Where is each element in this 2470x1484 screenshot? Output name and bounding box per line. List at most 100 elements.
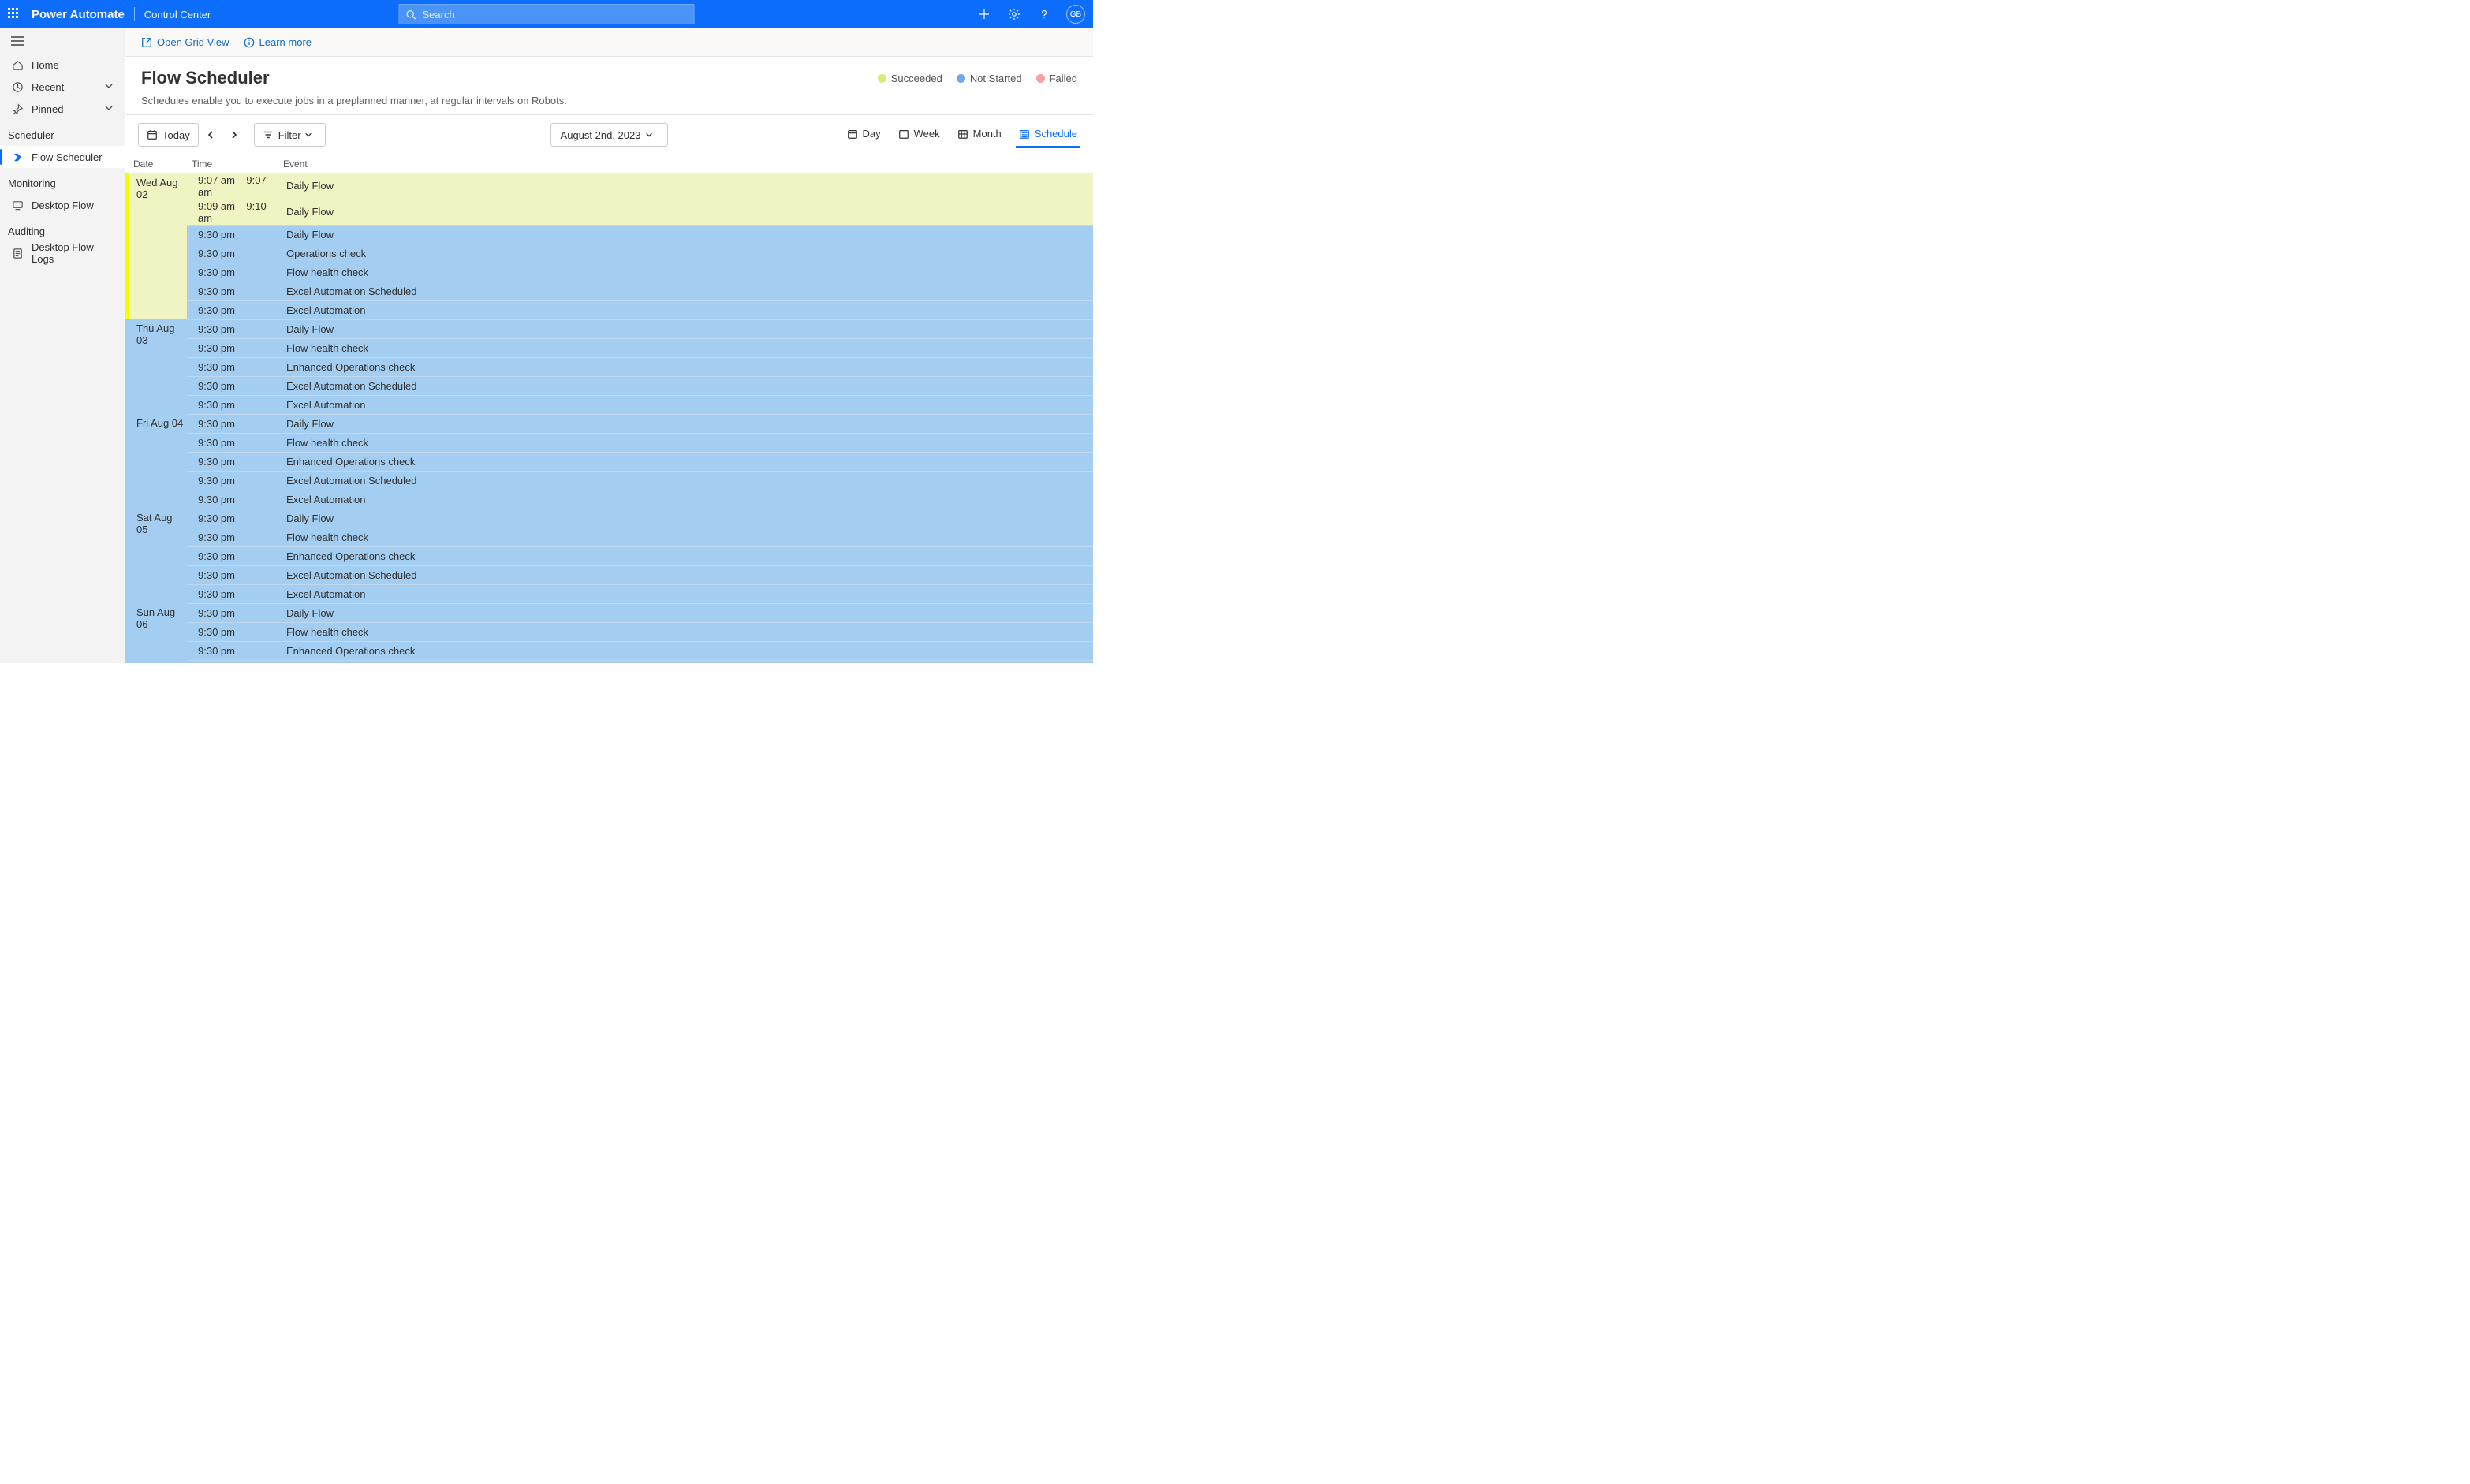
col-date: Date xyxy=(129,155,187,173)
event-cell: Enhanced Operations check xyxy=(278,452,1093,471)
chevron-right-icon xyxy=(229,130,239,140)
col-event: Event xyxy=(278,155,1093,173)
event-cell: Excel Automation Scheduled xyxy=(278,660,1093,663)
today-button[interactable]: Today xyxy=(138,123,199,147)
time-cell: 9:30 pm xyxy=(187,225,278,244)
table-row[interactable]: 9:30 pmEnhanced Operations check xyxy=(125,357,1093,376)
hamburger-icon[interactable] xyxy=(0,33,125,54)
table-row[interactable]: 9:30 pmExcel Automation xyxy=(125,300,1093,319)
search-input[interactable] xyxy=(399,4,695,24)
table-row[interactable]: 9:30 pmExcel Automation xyxy=(125,584,1093,603)
event-cell: Daily Flow xyxy=(278,319,1093,338)
date-button[interactable]: August 2nd, 2023 xyxy=(550,123,669,147)
sidebar-item-desktop-flow-logs[interactable]: Desktop Flow Logs xyxy=(0,242,125,264)
filter-icon xyxy=(263,129,274,140)
table-row[interactable]: 9:30 pmEnhanced Operations check xyxy=(125,641,1093,660)
learn-more-link[interactable]: Learn more xyxy=(244,36,312,48)
time-cell: 9:30 pm xyxy=(187,452,278,471)
add-icon[interactable] xyxy=(976,6,992,22)
table-row[interactable]: 9:30 pmFlow health check xyxy=(125,622,1093,641)
open-icon xyxy=(141,37,152,48)
sidebar-item-flow-scheduler[interactable]: Flow Scheduler xyxy=(0,146,125,168)
event-cell: Operations check xyxy=(278,244,1093,263)
time-cell: 9:30 pm xyxy=(187,471,278,490)
table-row[interactable]: 9:30 pmExcel Automation xyxy=(125,490,1093,509)
event-cell: Flow health check xyxy=(278,622,1093,641)
legend-failed: Failed xyxy=(1036,73,1077,84)
table-row[interactable]: 9:30 pmExcel Automation xyxy=(125,395,1093,414)
tab-schedule[interactable]: Schedule xyxy=(1016,121,1080,148)
table-row[interactable]: 9:09 am – 9:10 amDaily Flow xyxy=(125,199,1093,225)
open-grid-view-link[interactable]: Open Grid View xyxy=(141,36,229,48)
table-row[interactable]: 9:30 pmExcel Automation Scheduled xyxy=(125,660,1093,663)
prev-button[interactable] xyxy=(199,123,222,147)
sidebar-item-recent[interactable]: Recent xyxy=(0,76,125,98)
table-row[interactable]: 9:30 pmDaily Flow xyxy=(125,225,1093,244)
tab-month[interactable]: Month xyxy=(954,121,1005,148)
sidebar-item-home[interactable]: Home xyxy=(0,54,125,76)
table-row[interactable]: 9:30 pmExcel Automation Scheduled xyxy=(125,565,1093,584)
app-title: Power Automate xyxy=(32,8,125,21)
waffle-icon[interactable] xyxy=(8,8,21,21)
time-cell: 9:30 pm xyxy=(187,263,278,282)
filter-button[interactable]: Filter xyxy=(254,123,326,147)
home-icon xyxy=(11,59,24,71)
search-field[interactable] xyxy=(421,8,688,21)
day-icon xyxy=(847,129,858,140)
gear-icon[interactable] xyxy=(1006,6,1022,22)
table-row[interactable]: 9:30 pmFlow health check xyxy=(125,338,1093,357)
event-cell: Daily Flow xyxy=(278,603,1093,622)
table-row[interactable]: 9:30 pmEnhanced Operations check xyxy=(125,452,1093,471)
table-row[interactable]: Fri Aug 049:30 pmDaily Flow xyxy=(125,414,1093,433)
event-cell: Excel Automation Scheduled xyxy=(278,376,1093,395)
schedule-table-wrap[interactable]: Date Time Event Wed Aug 029:07 am – 9:07… xyxy=(125,155,1093,663)
table-row[interactable]: 9:30 pmOperations check xyxy=(125,244,1093,263)
app-header: Power Automate Control Center GB xyxy=(0,0,1093,28)
section-name[interactable]: Control Center xyxy=(144,9,211,21)
event-cell: Flow health check xyxy=(278,263,1093,282)
time-cell: 9:30 pm xyxy=(187,546,278,565)
event-cell: Daily Flow xyxy=(278,173,1093,199)
table-row[interactable]: Thu Aug 039:30 pmDaily Flow xyxy=(125,319,1093,338)
sidebar-group-title: Monitoring xyxy=(0,168,125,194)
sidebar-item-pinned[interactable]: Pinned xyxy=(0,98,125,120)
table-row[interactable]: Wed Aug 029:07 am – 9:07 amDaily Flow xyxy=(125,173,1093,199)
table-row[interactable]: Sat Aug 059:30 pmDaily Flow xyxy=(125,509,1093,528)
next-button[interactable] xyxy=(222,123,246,147)
time-cell: 9:30 pm xyxy=(187,641,278,660)
sidebar-item-label: Desktop Flow Logs xyxy=(32,241,114,265)
tab-day[interactable]: Day xyxy=(844,121,884,148)
time-cell: 9:30 pm xyxy=(187,603,278,622)
table-row[interactable]: 9:30 pmFlow health check xyxy=(125,263,1093,282)
table-row[interactable]: 9:30 pmEnhanced Operations check xyxy=(125,546,1093,565)
table-row[interactable]: 9:30 pmFlow health check xyxy=(125,433,1093,452)
header-actions: GB xyxy=(976,5,1085,24)
table-row[interactable]: Sun Aug 069:30 pmDaily Flow xyxy=(125,603,1093,622)
table-row[interactable]: 9:30 pmExcel Automation Scheduled xyxy=(125,376,1093,395)
event-cell: Flow health check xyxy=(278,433,1093,452)
time-cell: 9:30 pm xyxy=(187,509,278,528)
time-cell: 9:30 pm xyxy=(187,622,278,641)
table-row[interactable]: 9:30 pmExcel Automation Scheduled xyxy=(125,471,1093,490)
help-icon[interactable] xyxy=(1036,6,1052,22)
desktop-icon xyxy=(11,199,24,211)
dot-failed-icon xyxy=(1036,74,1045,83)
tab-week[interactable]: Week xyxy=(895,121,943,148)
sidebar-item-desktop-flow[interactable]: Desktop Flow xyxy=(0,194,125,216)
sidebar-item-label: Home xyxy=(32,59,114,71)
time-cell: 9:30 pm xyxy=(187,282,278,300)
sidebar-group-title: Auditing xyxy=(0,216,125,242)
dot-notstarted-icon xyxy=(957,74,965,83)
learn-more-label: Learn more xyxy=(259,36,312,48)
legend-succeeded: Succeeded xyxy=(878,73,942,84)
time-cell: 9:30 pm xyxy=(187,376,278,395)
table-row[interactable]: 9:30 pmFlow health check xyxy=(125,528,1093,546)
table-row[interactable]: 9:30 pmExcel Automation Scheduled xyxy=(125,282,1093,300)
time-cell: 9:30 pm xyxy=(187,565,278,584)
date-cell: Wed Aug 02 xyxy=(129,173,187,319)
sidebar-item-label: Desktop Flow xyxy=(32,199,114,211)
toolbar: Today Filter August 2nd, 2023 Day Week M… xyxy=(125,115,1093,155)
page-header: Flow Scheduler Succeeded Not Started Fai… xyxy=(125,57,1093,115)
avatar[interactable]: GB xyxy=(1066,5,1085,24)
time-cell: 9:30 pm xyxy=(187,300,278,319)
